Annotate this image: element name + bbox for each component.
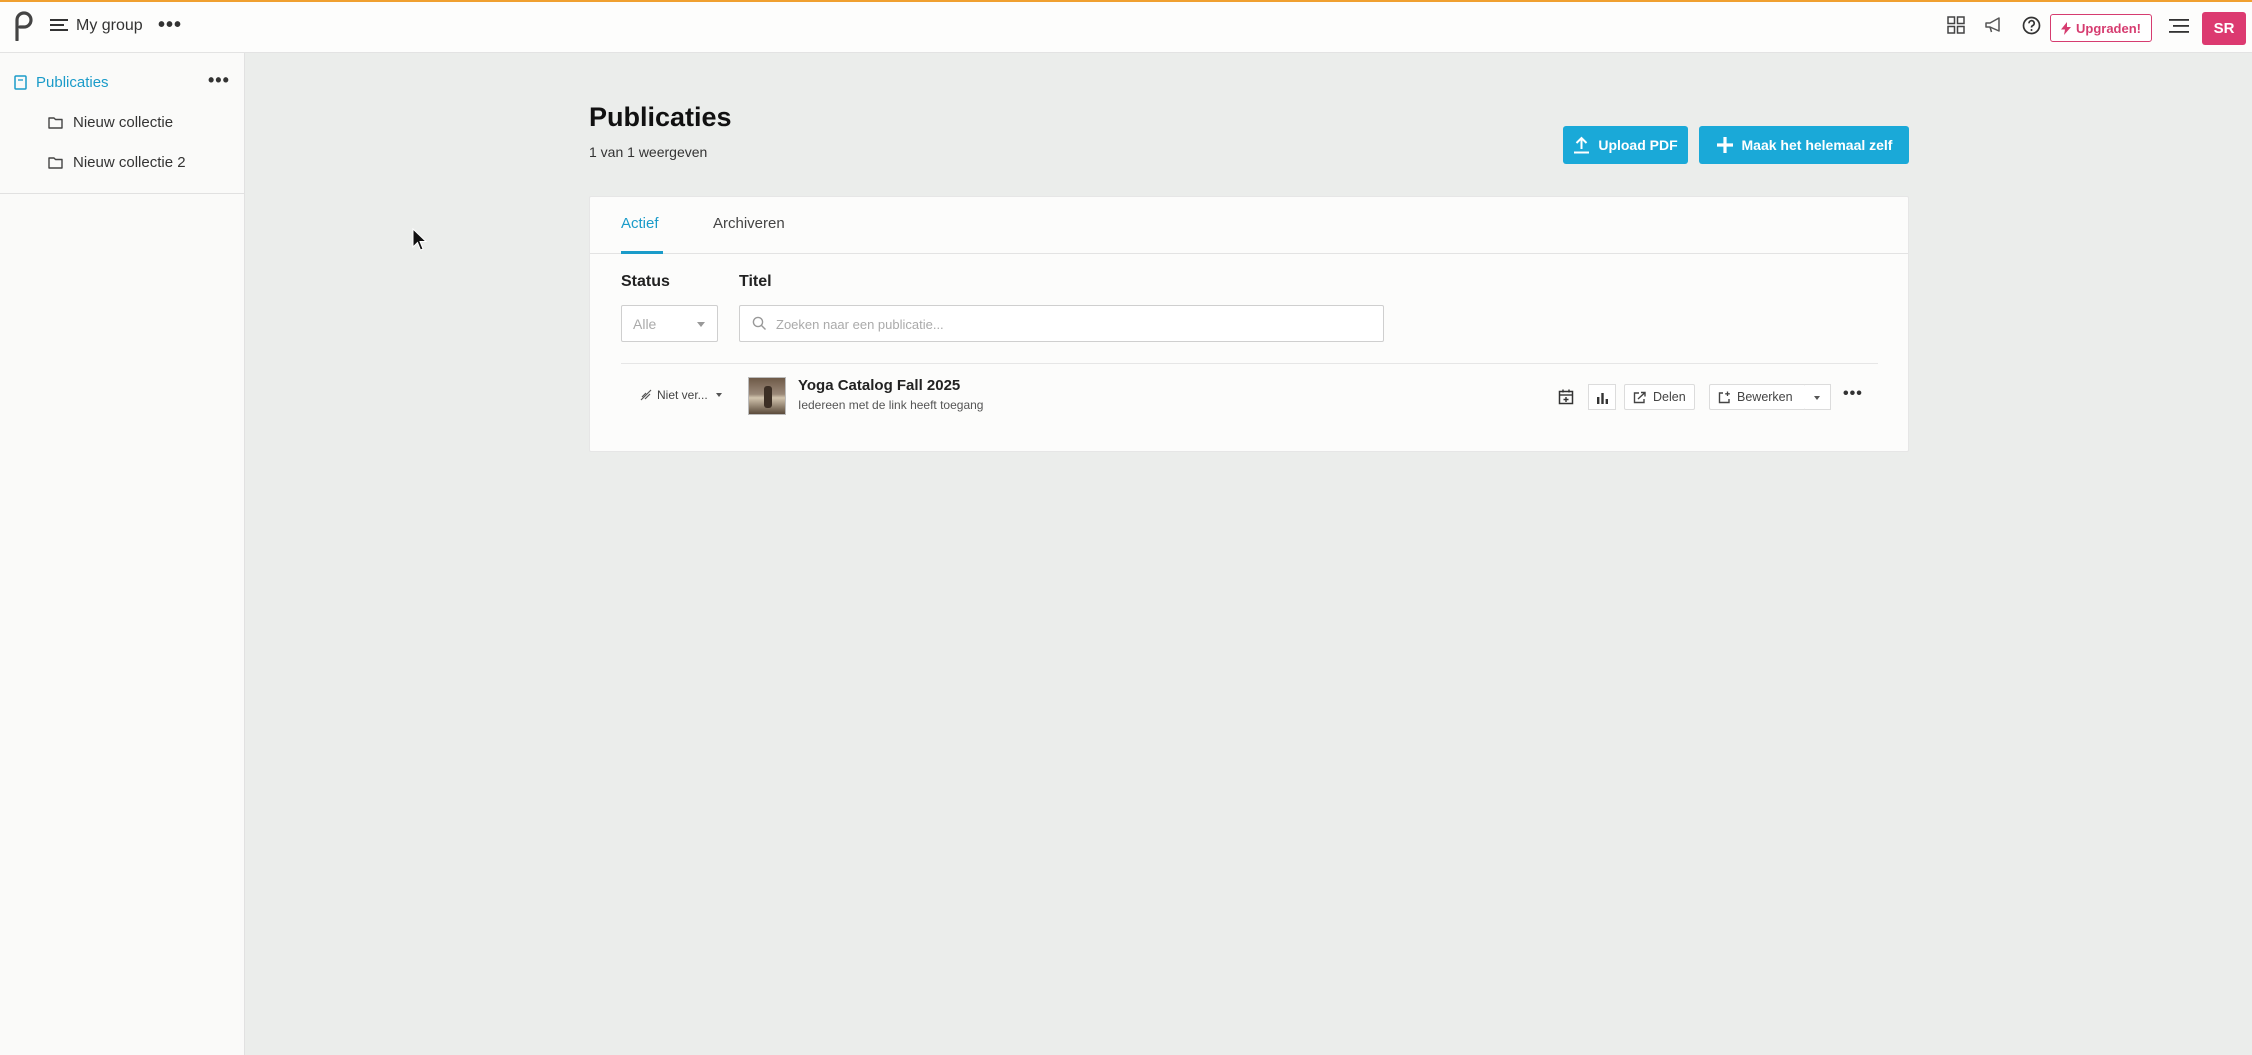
visibility-off-icon	[640, 389, 652, 401]
avatar[interactable]: SR	[2202, 12, 2246, 45]
tab-bar: Actief Archiveren	[590, 197, 1908, 254]
publication-title[interactable]: Yoga Catalog Fall 2025	[798, 377, 960, 394]
sidebar: Publicaties ••• Nieuw collectie Nieuw co…	[0, 53, 245, 1055]
sidebar-item-publicaties[interactable]: Publicaties	[14, 74, 109, 91]
megaphone-icon[interactable]	[1984, 16, 2004, 34]
upgrade-button[interactable]: Upgraden!	[2050, 14, 2152, 42]
sidebar-item-label: Nieuw collectie 2	[73, 154, 186, 171]
publication-more-button[interactable]: •••	[1843, 385, 1863, 403]
list-menu-icon[interactable]	[2169, 19, 2189, 33]
edit-icon	[1718, 391, 1730, 403]
publication-status-label: Niet ver...	[657, 388, 708, 402]
upload-pdf-label: Upload PDF	[1598, 137, 1678, 153]
group-more-button[interactable]: •••	[158, 15, 182, 35]
sidebar-tree: Publicaties ••• Nieuw collectie Nieuw co…	[0, 53, 245, 194]
group-name[interactable]: My group	[76, 17, 143, 35]
chevron-down-icon	[697, 322, 705, 327]
share-icon	[1633, 391, 1646, 403]
publication-status-dropdown[interactable]: Niet ver...	[640, 388, 722, 402]
plus-icon	[1716, 137, 1733, 153]
folder-icon	[48, 157, 63, 169]
sidebar-item-label: Nieuw collectie	[73, 114, 174, 131]
chevron-down-icon	[1814, 396, 1820, 400]
folder-icon	[48, 117, 63, 129]
mouse-cursor-icon	[412, 228, 428, 251]
status-filter-label: Status	[621, 273, 670, 290]
book-icon	[14, 75, 27, 90]
search-input[interactable]	[776, 314, 1366, 334]
sidebar-item-nieuw-collectie[interactable]: Nieuw collectie	[48, 114, 173, 131]
status-select-value: Alle	[633, 316, 657, 332]
schedule-button[interactable]	[1552, 384, 1580, 410]
chevron-down-icon	[715, 393, 722, 397]
publications-card: Actief Archiveren Status Titel Alle Niet…	[589, 196, 1909, 452]
edit-label: Bewerken	[1737, 390, 1793, 404]
upload-icon	[1574, 136, 1590, 154]
create-from-scratch-button[interactable]: Maak het helemaal zelf	[1699, 126, 1909, 164]
lightning-icon	[2061, 21, 2071, 35]
sidebar-more-button[interactable]: •••	[208, 70, 230, 91]
publication-thumbnail[interactable]	[748, 377, 786, 415]
publication-access-text: Iedereen met de link heeft toegang	[798, 398, 984, 412]
page-title: Publicaties	[589, 102, 732, 132]
title-filter-label: Titel	[739, 273, 772, 290]
hamburger-icon[interactable]	[50, 17, 68, 33]
upload-pdf-button[interactable]: Upload PDF	[1563, 126, 1688, 164]
tab-archiveren[interactable]: Archiveren	[713, 215, 785, 232]
search-icon	[752, 316, 766, 330]
search-field[interactable]	[739, 305, 1384, 342]
help-icon[interactable]	[2022, 16, 2041, 35]
edit-button[interactable]: Bewerken	[1709, 384, 1806, 410]
edit-options-dropdown[interactable]	[1805, 384, 1831, 410]
sidebar-root-label: Publicaties	[36, 74, 109, 91]
top-bar: My group ••• Upgraden! SR	[0, 0, 2252, 53]
results-count: 1 van 1 weergeven	[589, 144, 708, 160]
divider	[621, 363, 1878, 364]
share-button[interactable]: Delen	[1624, 384, 1695, 410]
apps-grid-icon[interactable]	[1947, 16, 1965, 34]
statistics-button[interactable]	[1588, 384, 1616, 410]
create-label: Maak het helemaal zelf	[1741, 137, 1893, 153]
sidebar-item-nieuw-collectie-2[interactable]: Nieuw collectie 2	[48, 154, 186, 171]
upgrade-label: Upgraden!	[2076, 20, 2141, 36]
logo-icon[interactable]	[12, 11, 34, 41]
tab-actief[interactable]: Actief	[621, 215, 659, 232]
status-select[interactable]: Alle	[621, 305, 718, 342]
bar-chart-icon	[1596, 392, 1608, 404]
active-tab-indicator	[621, 251, 663, 254]
share-label: Delen	[1653, 390, 1686, 404]
calendar-add-icon	[1558, 389, 1574, 405]
